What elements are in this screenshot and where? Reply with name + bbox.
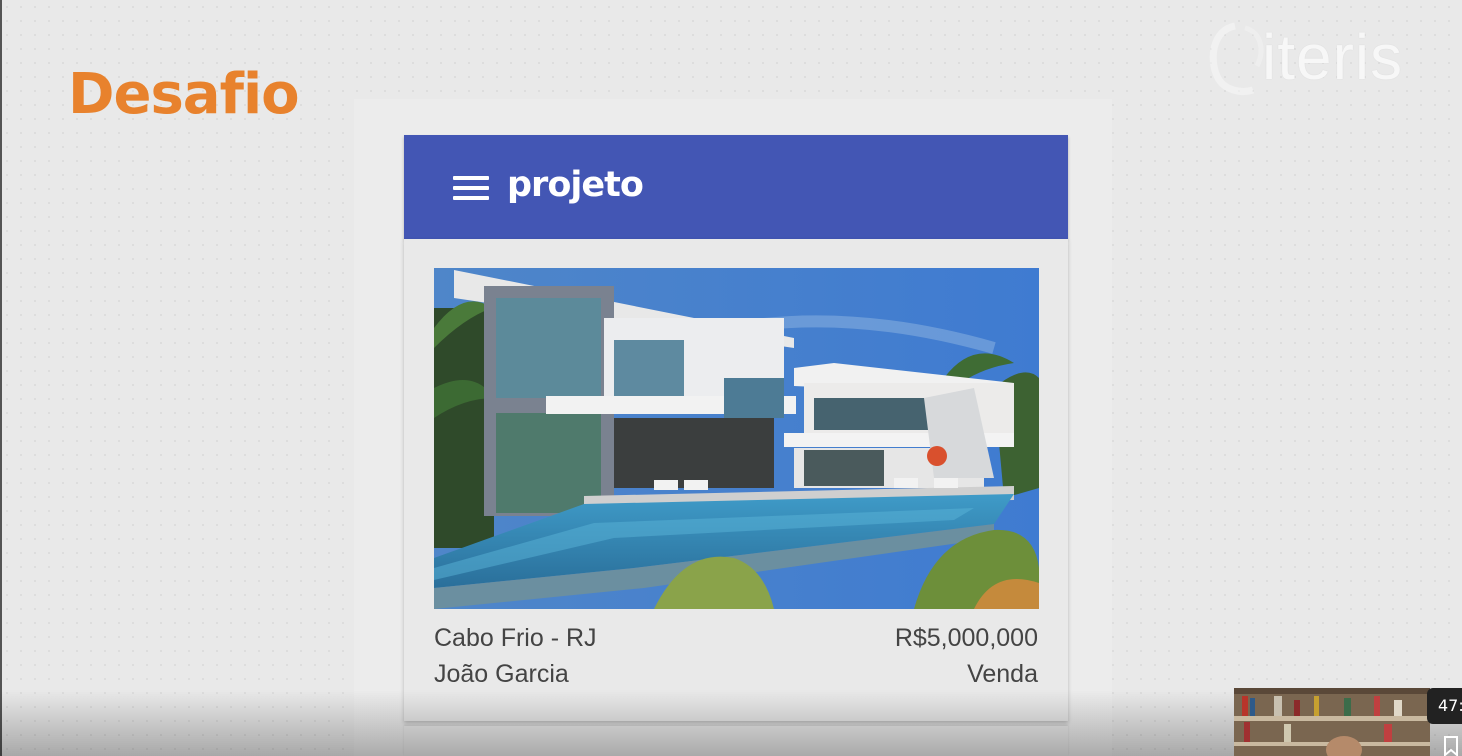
app-bar: projeto (404, 135, 1068, 239)
property-location: Cabo Frio - RJ (434, 624, 597, 652)
property-photo[interactable] (434, 268, 1039, 609)
next-card-edge (404, 726, 1068, 756)
video-timestamp: 47: (1427, 688, 1462, 724)
property-transaction-type: Venda (967, 660, 1038, 688)
logo-wordmark: iteris (1262, 21, 1404, 93)
slide-title: Desafio (68, 62, 300, 127)
screen-edge (0, 0, 2, 756)
bookmark-icon[interactable] (1442, 736, 1460, 756)
app-title: projeto (507, 165, 644, 205)
property-price: R$5,000,000 (894, 624, 1038, 652)
property-card[interactable]: Cabo Frio - RJ João Garcia R$5,000,000 V… (404, 239, 1068, 721)
webcam-overlay (1234, 688, 1430, 756)
property-owner: João Garcia (434, 660, 569, 688)
hamburger-menu-icon[interactable] (453, 176, 489, 200)
